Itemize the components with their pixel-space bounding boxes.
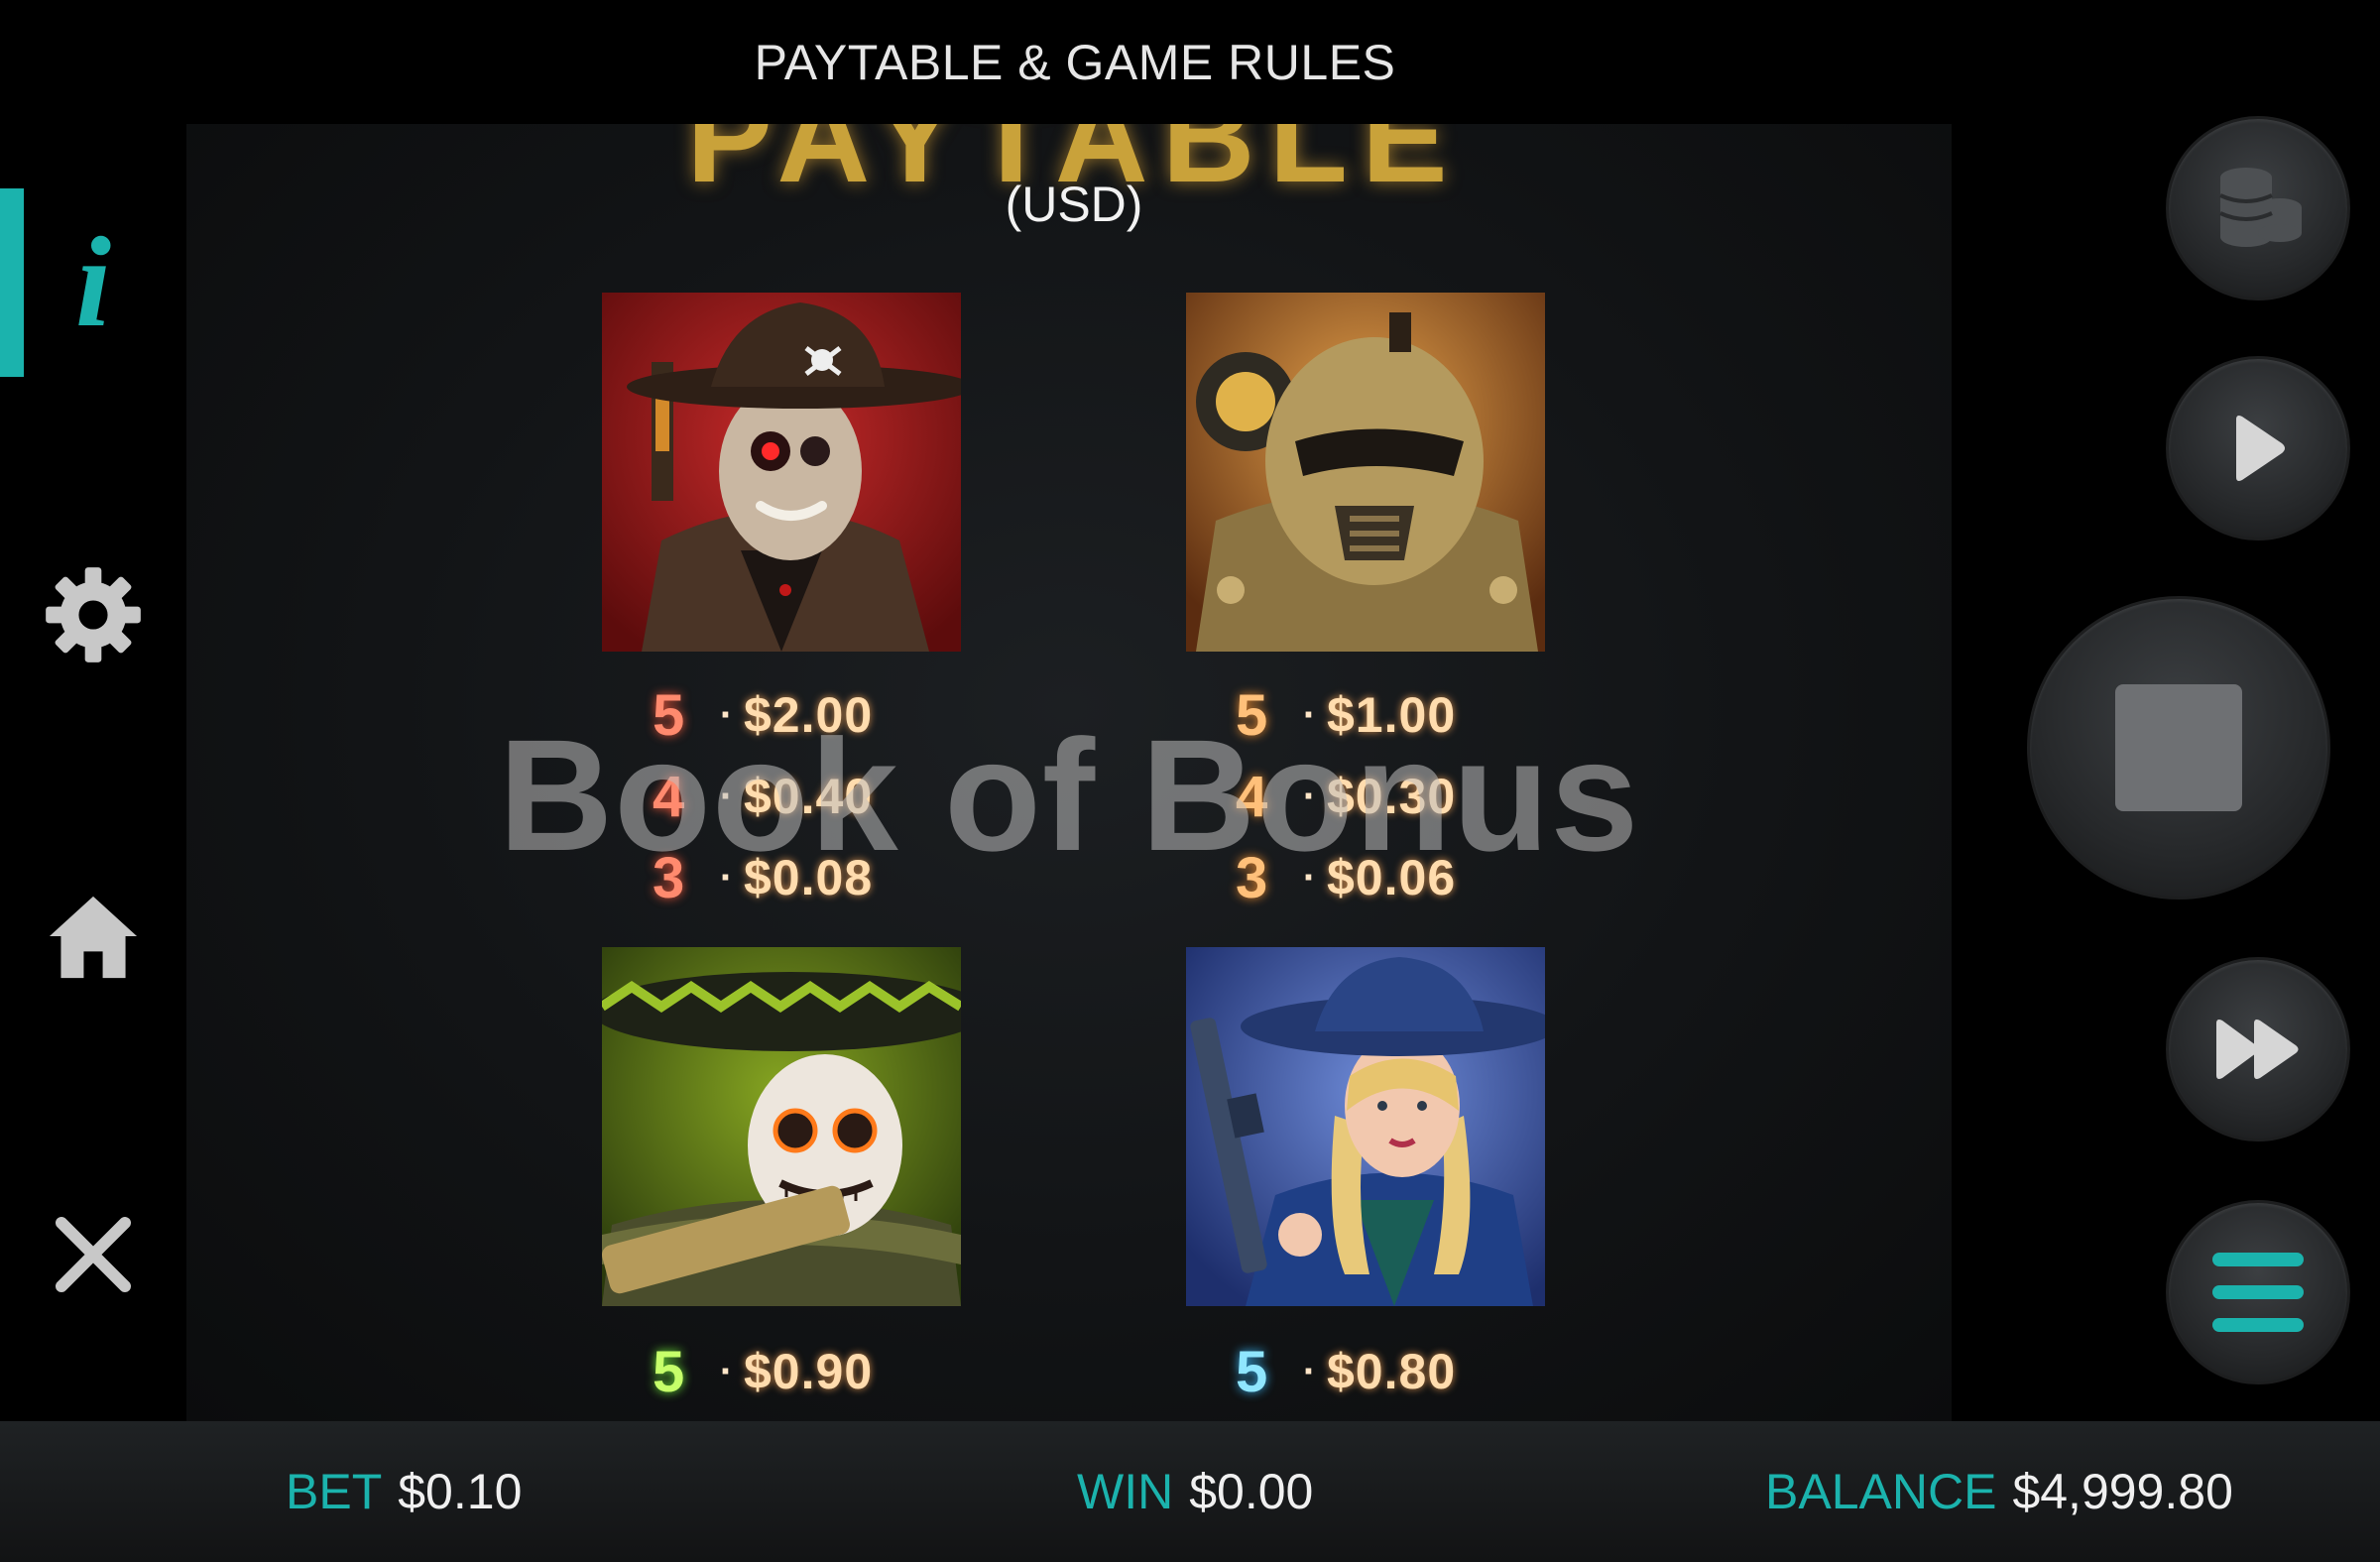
pay-line: 5 · $0.80 [1236, 1339, 1457, 1404]
right-controls [1952, 116, 2380, 1421]
menu-icon [2212, 1253, 2304, 1332]
win-value: $0.00 [1189, 1464, 1314, 1519]
nav-home-button[interactable] [0, 843, 186, 1031]
close-icon [56, 1217, 131, 1292]
page-title: PAYTABLE & GAME RULES [754, 35, 1396, 90]
nav-info-button[interactable]: i [0, 188, 186, 377]
info-icon: i [74, 211, 112, 354]
play-icon [2236, 416, 2285, 481]
win-display: WIN $0.00 [1077, 1463, 1313, 1520]
stop-icon [2115, 684, 2242, 811]
play-button[interactable] [2166, 356, 2350, 541]
home-icon [49, 896, 138, 979]
watermark-text: Book of Bonus [498, 706, 1640, 884]
balance-display: BALANCE $4,999.80 [1765, 1463, 2233, 1520]
armored-soldier-symbol [1186, 293, 1545, 652]
balance-label: BALANCE [1765, 1464, 1997, 1519]
spin-stop-button[interactable] [2027, 596, 2330, 900]
bet-display: BET $0.10 [286, 1463, 522, 1520]
currency-label: (USD) [1005, 177, 1143, 232]
menu-button[interactable] [2166, 1200, 2350, 1384]
status-bar: BET $0.10 WIN $0.00 BALANCE $4,999.80 [0, 1421, 2380, 1562]
blonde-gunwoman-symbol [1186, 947, 1545, 1306]
header-bar: PAYTABLE & GAME RULES [0, 0, 2380, 124]
left-nav: i [0, 124, 186, 1421]
bet-value: $0.10 [398, 1464, 523, 1519]
coins-icon [2219, 168, 2302, 247]
bet-label: BET [286, 1464, 383, 1519]
pay-line: 5 · $0.90 [653, 1339, 874, 1404]
paytable-panel: PAYTABLE (USD) 5 · $2.00 4 · $0.40 3 · $0.08 [186, 124, 1952, 1421]
nav-close-button[interactable] [0, 1160, 186, 1349]
skull-gunslinger-symbol [602, 293, 961, 652]
nav-settings-button[interactable] [0, 521, 186, 709]
fast-forward-icon [2216, 1020, 2299, 1079]
win-label: WIN [1077, 1464, 1174, 1519]
sugar-skull-sombrero-symbol [602, 947, 961, 1306]
gear-icon [46, 567, 141, 662]
fast-forward-button[interactable] [2166, 957, 2350, 1141]
balance-value: $4,999.80 [2012, 1464, 2233, 1519]
coins-button[interactable] [2166, 116, 2350, 300]
